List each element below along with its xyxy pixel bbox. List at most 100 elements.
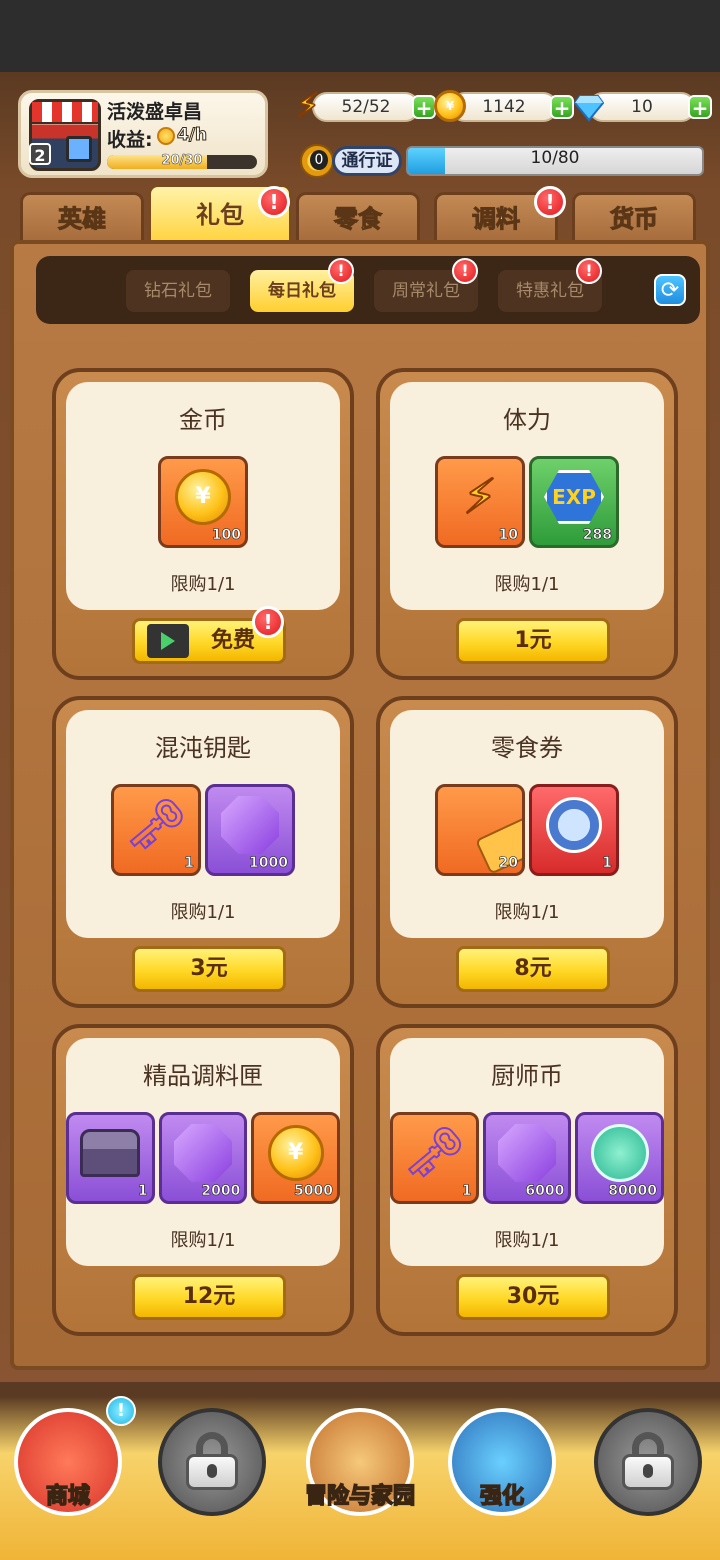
- snack-badge-icon: [546, 796, 602, 853]
- add-stamina-button[interactable]: +: [412, 95, 436, 119]
- snack-badge-item[interactable]: 1: [529, 784, 619, 876]
- gift-card-chaos-key: 混沌钥匙 🗝 1 1000 限购1/1 3元: [52, 696, 354, 1008]
- coin-icon: [157, 127, 175, 145]
- buy-button[interactable]: 30元: [456, 1274, 610, 1320]
- key-item[interactable]: 🗝 1: [390, 1112, 479, 1204]
- shop-window-icon: [66, 136, 92, 162]
- gift-items: ¥ 100: [66, 456, 340, 548]
- nav-enhance[interactable]: 强化: [440, 1396, 564, 1536]
- gift-card-inner: 厨师币 🗝 1 6000 80000 限购1/1: [390, 1038, 665, 1266]
- purchase-limit: 限购1/1: [494, 574, 560, 595]
- nav-label: 商城: [45, 1483, 91, 1510]
- stamina-icon: ⚡: [295, 86, 320, 126]
- nav-locked-2[interactable]: [586, 1396, 710, 1536]
- nav-shop[interactable]: ! 商城: [6, 1396, 136, 1536]
- key-icon: 🗝: [124, 795, 188, 854]
- nav-label: 强化: [479, 1483, 525, 1510]
- chef-coin-item[interactable]: 80000: [575, 1112, 665, 1204]
- refresh-icon[interactable]: ⟳: [654, 274, 686, 306]
- buy-button[interactable]: 1元: [456, 618, 610, 664]
- exp-item[interactable]: EXP 288: [529, 456, 619, 548]
- player-card[interactable]: 2 活泼盛卓昌 收益: 4/h 20/30: [18, 90, 268, 178]
- lock-icon: [622, 1432, 674, 1490]
- tab-currency[interactable]: 货币: [572, 192, 696, 244]
- purple-gem-icon: [174, 1123, 232, 1182]
- purple-gem-icon: [498, 1123, 556, 1182]
- coin-item[interactable]: ¥ 100: [158, 456, 248, 548]
- shop-alert-icon: !: [106, 1396, 136, 1426]
- coin-icon: ¥: [267, 1124, 324, 1181]
- gem-item[interactable]: 6000: [482, 1112, 572, 1204]
- gift-sub-tabs: 钻石礼包 每日礼包 ! 周常礼包 ! 特惠礼包 ! ⟳: [36, 256, 700, 324]
- purchase-limit: 限购1/1: [170, 1230, 236, 1251]
- chest-item[interactable]: 1: [66, 1112, 155, 1204]
- pass-row[interactable]: 0 通行证 10/80: [300, 142, 706, 182]
- gift-items: 🗝 1 1000: [66, 784, 340, 876]
- video-ad-icon: [147, 624, 189, 658]
- exp-icon: EXP: [544, 469, 604, 524]
- item-quantity: 1000: [249, 855, 289, 872]
- lightning-icon: ⚡: [462, 468, 498, 526]
- item-quantity: 1: [137, 1183, 148, 1200]
- purchase-limit: 限购1/1: [494, 902, 560, 923]
- seasoning-tab-alert-icon: !: [534, 186, 566, 218]
- key-icon: 🗝: [402, 1123, 467, 1182]
- add-diamond-button[interactable]: +: [688, 95, 712, 119]
- income-value: 4/h: [176, 125, 208, 146]
- gem-item[interactable]: 1000: [205, 784, 295, 876]
- purchase-limit: 限购1/1: [494, 1230, 560, 1251]
- tab-snack[interactable]: 零食: [296, 192, 420, 244]
- special-gift-alert-icon: !: [576, 258, 602, 284]
- pass-label[interactable]: 通行证: [332, 146, 402, 176]
- purchase-limit: 限购1/1: [170, 574, 236, 595]
- status-bar: [0, 0, 720, 72]
- item-quantity: 6000: [525, 1183, 565, 1200]
- exp-text: 20/30: [161, 153, 203, 169]
- level-badge: 2: [29, 143, 51, 165]
- purple-gem-icon: [221, 795, 279, 854]
- ticket-item[interactable]: 20: [435, 784, 525, 876]
- nav-adventure-home[interactable]: 冒险与家园: [298, 1396, 422, 1536]
- gift-title: 体力: [503, 406, 551, 434]
- chest-icon: [80, 1128, 141, 1177]
- item-quantity: 1: [184, 855, 194, 872]
- nav-locked-1[interactable]: [150, 1396, 274, 1536]
- buy-button[interactable]: 8元: [456, 946, 610, 992]
- gift-card-inner: 精品调料匣 1 2000 ¥ 5000 限购1/1: [66, 1038, 341, 1266]
- buy-button-label: 免费: [211, 628, 256, 653]
- pass-progress-text: 10/80: [530, 148, 580, 168]
- gift-items: 20 1: [390, 784, 664, 876]
- player-name: 活泼盛卓昌: [107, 101, 203, 123]
- coin-icon: ¥: [434, 90, 466, 122]
- tab-hero[interactable]: 英雄: [20, 192, 144, 244]
- buy-button[interactable]: 3元: [132, 946, 286, 992]
- item-quantity: 1: [602, 855, 612, 872]
- game-screen: 2 活泼盛卓昌 收益: 4/h 20/30 52/52 ⚡ + 1142 ¥ +…: [0, 72, 720, 1560]
- bottom-nav: ! 商城 冒险与家园 强化: [0, 1382, 720, 1560]
- buy-button[interactable]: 12元: [132, 1274, 286, 1320]
- item-quantity: 80000: [608, 1183, 658, 1200]
- gift-title: 零食券: [491, 734, 563, 762]
- stamina-item[interactable]: ⚡ 10: [435, 456, 525, 548]
- purchase-limit: 限购1/1: [170, 902, 236, 923]
- key-item[interactable]: 🗝 1: [111, 784, 201, 876]
- income-label: 收益:: [107, 129, 153, 151]
- free-claim-alert-icon: !: [252, 606, 284, 638]
- shop-panel: 钻石礼包 每日礼包 ! 周常礼包 ! 特惠礼包 ! ⟳ 金币 ¥ 100 限购1…: [10, 240, 710, 1370]
- gem-item[interactable]: 2000: [158, 1112, 248, 1204]
- coin-item[interactable]: ¥ 5000: [251, 1112, 341, 1204]
- diamond-display: 10: [588, 92, 696, 122]
- item-quantity: 10: [498, 527, 518, 544]
- gift-card-inner: 零食券 20 1 限购1/1: [390, 710, 664, 938]
- gift-title: 精品调料匣: [143, 1062, 263, 1090]
- subtab-diamond-gift[interactable]: 钻石礼包: [126, 270, 230, 312]
- gift-card-seasoning-box: 精品调料匣 1 2000 ¥ 5000 限购1/1 12元: [52, 1024, 354, 1336]
- shop-awning-icon: [32, 102, 98, 124]
- gift-card-coin: 金币 ¥ 100 限购1/1 免费 !: [52, 368, 354, 680]
- add-coin-button[interactable]: +: [550, 95, 574, 119]
- gift-card-inner: 体力 ⚡ 10 EXP 288 限购1/1: [390, 382, 664, 610]
- item-quantity: 1: [461, 1183, 472, 1200]
- nav-label: 冒险与家园: [304, 1483, 416, 1510]
- lock-icon: [186, 1432, 238, 1490]
- coin-display: 1142: [450, 92, 558, 122]
